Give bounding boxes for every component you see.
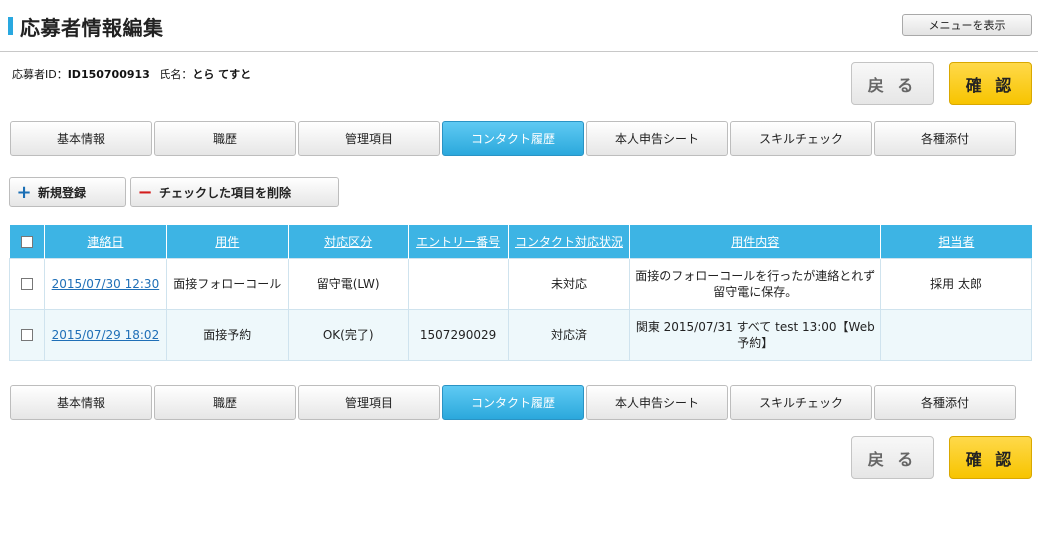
tab-contact-history[interactable]: コンタクト履歴 bbox=[442, 385, 584, 420]
minus-icon: − bbox=[137, 181, 153, 203]
column-header-date[interactable]: 連絡日 bbox=[44, 225, 167, 258]
tab-management[interactable]: 管理項目 bbox=[298, 385, 440, 420]
back-button-top[interactable]: 戻 る bbox=[851, 62, 934, 105]
applicant-name-label: 氏名： bbox=[159, 68, 193, 81]
date-cell: 2015/07/30 12:30 bbox=[43, 257, 167, 310]
table-row: 2015/07/29 18:02 面接予約 OK(完了) 1507290029 … bbox=[9, 308, 1032, 361]
applicant-info: 応募者ID：ID150700913 氏名：とら てすと bbox=[12, 66, 257, 82]
row-checkbox[interactable] bbox=[20, 329, 33, 341]
select-all-checkbox[interactable] bbox=[20, 235, 33, 248]
tab-self-report[interactable]: 本人申告シート bbox=[586, 121, 728, 156]
contact-history-table: 連絡日 用件 対応区分 エントリー番号 コンタクト対応状況 用件内容 担当者 2… bbox=[9, 225, 1032, 361]
content-cell: 関東 2015/07/31 すべて test 13:00【Web予約】 bbox=[629, 308, 882, 361]
back-button-bottom[interactable]: 戻 る bbox=[851, 436, 934, 479]
column-header-contact-status[interactable]: コンタクト対応状況 bbox=[508, 225, 631, 258]
category-cell: 留守電(LW) bbox=[287, 257, 409, 310]
entry-number-cell bbox=[407, 257, 509, 310]
status-cell: 未対応 bbox=[507, 257, 631, 310]
applicant-name-value: とら てすと bbox=[192, 68, 252, 81]
tab-contact-history[interactable]: コンタクト履歴 bbox=[442, 121, 584, 156]
confirm-button-bottom[interactable]: 確 認 bbox=[949, 436, 1032, 479]
confirm-button-top[interactable]: 確 認 bbox=[949, 62, 1032, 105]
select-all-cell bbox=[9, 225, 45, 258]
tab-bar-top: 基本情報 職歴 管理項目 コンタクト履歴 本人申告シート スキルチェック 各種添… bbox=[10, 121, 1018, 157]
tab-skill-check[interactable]: スキルチェック bbox=[730, 121, 872, 156]
date-link[interactable]: 2015/07/30 12:30 bbox=[52, 277, 160, 291]
column-header-content[interactable]: 用件内容 bbox=[629, 225, 882, 258]
show-menu-button[interactable]: メニューを表示 bbox=[902, 14, 1032, 36]
delete-checked-label: チェックした項目を削除 bbox=[159, 185, 292, 200]
entry-number-cell: 1507290029 bbox=[407, 308, 509, 361]
row-checkbox[interactable] bbox=[20, 278, 33, 290]
category-cell: OK(完了) bbox=[287, 308, 409, 361]
tab-work-history[interactable]: 職歴 bbox=[154, 385, 296, 420]
status-cell: 対応済 bbox=[507, 308, 631, 361]
tab-self-report[interactable]: 本人申告シート bbox=[586, 385, 728, 420]
table-row: 2015/07/30 12:30 面接フォローコール 留守電(LW) 未対応 面… bbox=[9, 257, 1032, 310]
row-checkbox-cell bbox=[9, 308, 45, 361]
column-header-entry-number[interactable]: エントリー番号 bbox=[408, 225, 509, 258]
content-cell: 面接のフォローコールを行ったが連絡とれず留守電に保存。 bbox=[629, 257, 882, 310]
column-header-category[interactable]: 対応区分 bbox=[288, 225, 409, 258]
column-header-subject[interactable]: 用件 bbox=[166, 225, 289, 258]
date-link[interactable]: 2015/07/29 18:02 bbox=[52, 328, 160, 342]
new-register-button[interactable]: + 新規登録 bbox=[9, 177, 126, 207]
applicant-id-label: 応募者ID： bbox=[12, 68, 68, 81]
tab-attachments[interactable]: 各種添付 bbox=[874, 385, 1016, 420]
row-checkbox-cell bbox=[9, 257, 45, 310]
date-cell: 2015/07/29 18:02 bbox=[43, 308, 167, 361]
title-accent-bar bbox=[8, 17, 13, 35]
subject-cell: 面接予約 bbox=[165, 308, 289, 361]
tab-attachments[interactable]: 各種添付 bbox=[874, 121, 1016, 156]
header: 応募者情報編集 メニューを表示 bbox=[0, 0, 1038, 52]
plus-icon: + bbox=[16, 181, 32, 203]
column-header-staff[interactable]: 担当者 bbox=[880, 225, 1032, 258]
tab-basic-info[interactable]: 基本情報 bbox=[10, 385, 152, 420]
new-register-label: 新規登録 bbox=[38, 185, 87, 200]
delete-checked-button[interactable]: − チェックした項目を削除 bbox=[130, 177, 339, 207]
staff-cell bbox=[880, 308, 1032, 361]
tab-work-history[interactable]: 職歴 bbox=[154, 121, 296, 156]
tab-basic-info[interactable]: 基本情報 bbox=[10, 121, 152, 156]
applicant-id-value: ID150700913 bbox=[67, 68, 150, 81]
tab-skill-check[interactable]: スキルチェック bbox=[730, 385, 872, 420]
table-header-row: 連絡日 用件 対応区分 エントリー番号 コンタクト対応状況 用件内容 担当者 bbox=[9, 225, 1032, 258]
page-title: 応募者情報編集 bbox=[20, 16, 164, 40]
tab-management[interactable]: 管理項目 bbox=[298, 121, 440, 156]
tab-bar-bottom: 基本情報 職歴 管理項目 コンタクト履歴 本人申告シート スキルチェック 各種添… bbox=[10, 385, 1018, 421]
subject-cell: 面接フォローコール bbox=[165, 257, 289, 310]
staff-cell: 採用 太郎 bbox=[880, 257, 1032, 310]
